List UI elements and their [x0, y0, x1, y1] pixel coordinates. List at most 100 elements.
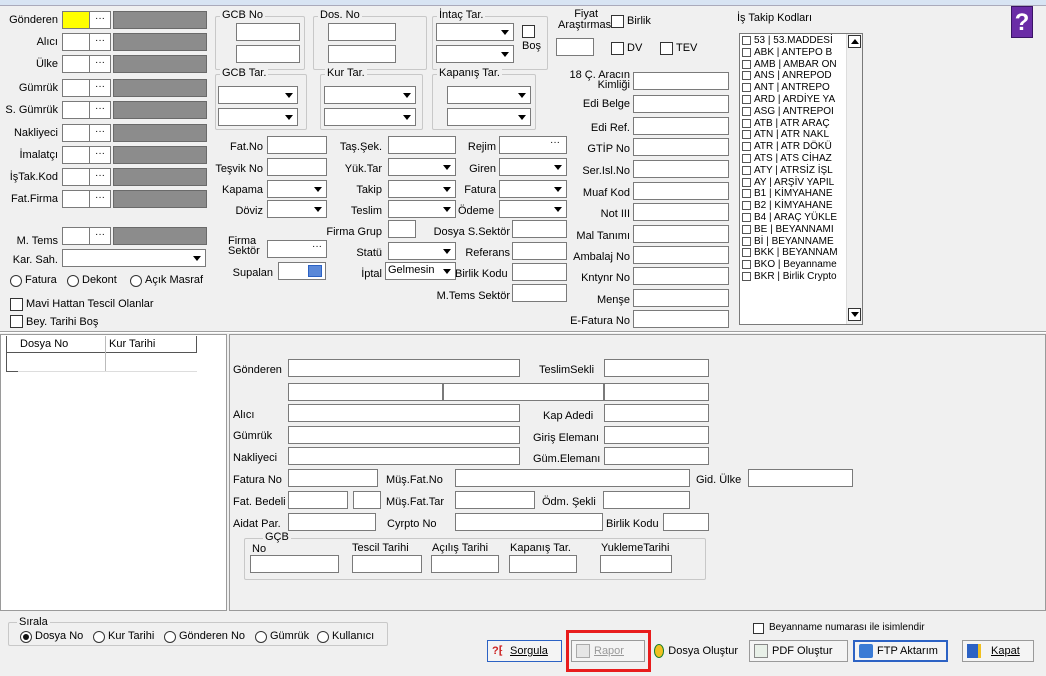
detail-mus-fat-no-field[interactable] [455, 469, 690, 487]
grid-col-kur-tarihi[interactable]: Kur Tarihi [109, 338, 155, 350]
grid-first-row[interactable] [18, 353, 197, 372]
takip-item-checkbox[interactable] [742, 59, 751, 69]
dos-no-field-1[interactable] [328, 23, 396, 41]
takip-item-checkbox[interactable] [742, 224, 751, 234]
detail-nakliyeci-field[interactable] [288, 447, 520, 465]
pdf-olustur-button[interactable]: PDF Oluştur [749, 640, 848, 662]
gcb-tar-end-dropdown[interactable] [218, 108, 298, 126]
takip-item-checkbox[interactable] [742, 71, 751, 81]
takip-item-checkbox[interactable] [742, 260, 751, 270]
fatfirma-lookup-button[interactable]: ··· [89, 190, 111, 208]
mavi-hattan-checkbox[interactable] [10, 298, 23, 311]
dos-no-field-2[interactable] [328, 45, 396, 63]
intac-end-dropdown[interactable] [436, 45, 514, 63]
takip-list-item[interactable]: 53 | 53.MADDESİ [740, 35, 846, 47]
detail-mus-fat-tar-field[interactable] [455, 491, 535, 509]
detail-fat-bedeli-field[interactable] [288, 491, 348, 509]
takip-list-item[interactable]: B4 | ARAÇ YÜKLE [740, 212, 846, 224]
giren-dropdown[interactable] [499, 158, 567, 176]
sorgula-button[interactable]: ?⁅ Sorgula [487, 640, 562, 662]
detail-gum-eleman-field[interactable] [604, 447, 709, 465]
gcb-no-field-2[interactable] [236, 45, 300, 63]
gumruk-lookup-button[interactable]: ··· [89, 79, 111, 97]
detail-fatura-no-field[interactable] [288, 469, 378, 487]
fatfirma-field[interactable] [62, 190, 92, 208]
referans-field[interactable] [512, 242, 567, 260]
kapat-button[interactable]: Kapat [962, 640, 1034, 662]
gcb-no-detail-field[interactable] [250, 555, 339, 573]
gumruk-field[interactable] [62, 79, 92, 97]
fatura-dropdown[interactable] [499, 180, 567, 198]
takip-list-item[interactable]: BKR | Birlik Crypto [740, 271, 846, 283]
imalatci-field[interactable] [62, 146, 92, 164]
radio-fatura[interactable] [10, 275, 22, 287]
detail-aidat-field[interactable] [288, 513, 376, 531]
takip-item-checkbox[interactable] [742, 189, 751, 199]
gonderen-lookup-button[interactable]: ··· [89, 11, 111, 29]
takip-item-checkbox[interactable] [742, 36, 751, 45]
fatno-field[interactable] [267, 136, 327, 154]
help-icon[interactable]: ? [1011, 6, 1033, 38]
gcb-no-field-1[interactable] [236, 23, 300, 41]
muaf-field[interactable] [633, 182, 729, 200]
mal-tanimi-field[interactable] [633, 225, 729, 243]
takip-list-item[interactable]: Bİ | BEYANNAME [740, 236, 846, 248]
takip-list-item[interactable]: ATY | ATRSİZ İŞL [740, 165, 846, 177]
takip-item-checkbox[interactable] [742, 236, 751, 246]
detail-gid-ulke-field[interactable] [748, 469, 853, 487]
takip-item-checkbox[interactable] [742, 130, 751, 140]
radio-acik-masraf[interactable] [130, 275, 142, 287]
is-takip-list[interactable]: 53 | 53.MADDESİ ABK | ANTEPO B AMB | AMBAR… [739, 33, 863, 325]
takip-item-checkbox[interactable] [742, 248, 751, 258]
kur-tar-start-dropdown[interactable] [324, 86, 416, 104]
detail-teslim-field[interactable] [604, 359, 709, 377]
mense-field[interactable] [633, 289, 729, 307]
takip-item-checkbox[interactable] [742, 142, 751, 152]
list-scrollbar[interactable] [846, 34, 862, 324]
takip-list-item[interactable]: ATS | ATS CİHAZ [740, 153, 846, 165]
takip-list-item[interactable]: ARD | ARDİYE YA [740, 94, 846, 106]
mtems-sektor-field[interactable] [512, 284, 567, 302]
takip-item-checkbox[interactable] [742, 201, 751, 211]
gcb-yukleme-field[interactable] [600, 555, 672, 573]
scroll-up-icon[interactable] [848, 35, 861, 48]
efatura-field[interactable] [633, 310, 729, 328]
dv-checkbox[interactable] [611, 42, 624, 55]
gcb-tar-start-dropdown[interactable] [218, 86, 298, 104]
alici-field[interactable] [62, 33, 92, 51]
sort-kur-tarihi-radio[interactable] [93, 631, 105, 643]
results-grid[interactable] [0, 334, 227, 611]
detail-gonderen-field-4[interactable] [604, 383, 709, 401]
birlik-kodu-field[interactable] [512, 263, 567, 281]
alici-lookup-button[interactable]: ··· [89, 33, 111, 51]
istak-lookup-button[interactable]: ··· [89, 168, 111, 186]
takip-list-item[interactable]: ATB | ATR ARAÇ [740, 118, 846, 130]
teslim-dropdown[interactable] [388, 200, 456, 218]
takip-list-item[interactable]: ATN | ATR NAKL [740, 129, 846, 141]
nakliyeci-lookup-button[interactable]: ··· [89, 124, 111, 142]
rapor-button[interactable]: Rapor [571, 640, 645, 662]
iptal-dropdown[interactable]: Gelmesin [385, 262, 456, 280]
detail-gonderen-field[interactable] [288, 359, 520, 377]
gcb-tescil-field[interactable] [352, 555, 422, 573]
dosya-s-sektor-field[interactable] [512, 220, 567, 238]
takip-item-checkbox[interactable] [742, 271, 751, 281]
takip-item-checkbox[interactable] [742, 212, 751, 222]
edi-belge-field[interactable] [633, 95, 729, 113]
arac-kimligi-field[interactable] [633, 72, 729, 90]
takip-list-item[interactable]: BE | BEYANNAMI [740, 224, 846, 236]
ulke-lookup-button[interactable]: ··· [89, 55, 111, 73]
sort-gonderen-radio[interactable] [164, 631, 176, 643]
grid-col-dosya-no[interactable]: Dosya No [20, 338, 68, 350]
takip-list-item[interactable]: ABK | ANTEPO B [740, 47, 846, 59]
tev-checkbox[interactable] [660, 42, 673, 55]
intac-start-dropdown[interactable] [436, 23, 514, 41]
s-gumruk-lookup-button[interactable]: ··· [89, 101, 111, 119]
sort-kullanici-radio[interactable] [317, 631, 329, 643]
takip-item-checkbox[interactable] [742, 83, 751, 93]
edi-ref-field[interactable] [633, 117, 729, 135]
kur-tar-end-dropdown[interactable] [324, 108, 416, 126]
detail-birlik-kodu-field[interactable] [663, 513, 709, 531]
gtip-field[interactable] [633, 138, 729, 156]
detail-gumruk-field[interactable] [288, 426, 520, 444]
